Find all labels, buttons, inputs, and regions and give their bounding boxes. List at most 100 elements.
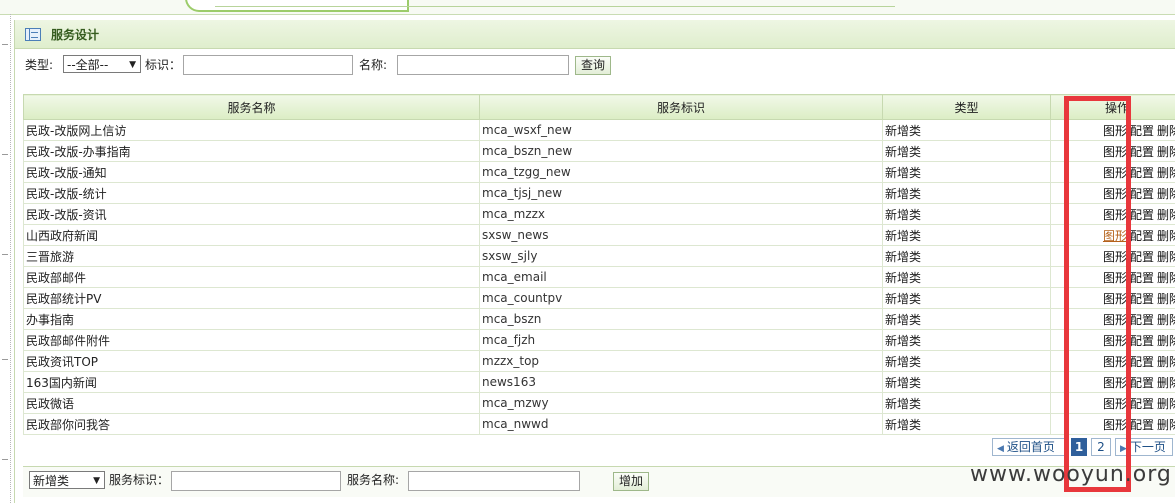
cell-service-name: 民政-改版-通知 [23, 161, 480, 183]
config-link[interactable]: 配置 [1130, 208, 1154, 222]
cell-type: 新增类 [882, 182, 1051, 204]
pager-first-label: 返回首页 [1006, 440, 1055, 454]
cell-service-name: 民政-改版-办事指南 [23, 140, 480, 162]
query-button[interactable]: 查询 [575, 56, 612, 75]
graph-link[interactable]: 图形 [1103, 124, 1127, 138]
graph-link[interactable]: 图形 [1103, 397, 1127, 411]
graph-link[interactable]: 图形 [1103, 334, 1127, 348]
add-button[interactable]: 增加 [613, 472, 650, 491]
config-link[interactable]: 配置 [1130, 229, 1154, 243]
type-label: 类型: [25, 58, 54, 72]
config-link[interactable]: 配置 [1130, 271, 1154, 285]
pager-page-1[interactable]: 1 [1071, 438, 1087, 456]
config-link[interactable]: 配置 [1130, 313, 1154, 327]
delete-link[interactable]: 删除 [1157, 397, 1175, 411]
cell-service-id: mca_nwwd [479, 413, 883, 435]
cell-service-name: 民政微语 [23, 392, 480, 414]
delete-link[interactable]: 删除 [1157, 208, 1175, 222]
graph-link[interactable]: 图形 [1103, 271, 1127, 285]
delete-link[interactable]: 删除 [1157, 418, 1175, 432]
service-design-panel: 服务设计 类型: --全部-- ▼ 标识： 名称: 查询 服务名称 服务标识 类… [14, 20, 1175, 503]
cell-operations: 图形配置删除 [1050, 266, 1175, 288]
table-row: 民政-改版-办事指南mca_bszn_new新增类图形配置删除 [23, 140, 1175, 162]
delete-link[interactable]: 删除 [1157, 166, 1175, 180]
delete-link[interactable]: 删除 [1157, 334, 1175, 348]
cell-service-id: mca_countpv [479, 287, 883, 309]
delete-link[interactable]: 删除 [1157, 250, 1175, 264]
header-type: 类型 [882, 94, 1051, 120]
cell-service-id: mca_wsxf_new [479, 119, 883, 141]
name-label: 名称: [359, 58, 388, 72]
graph-link[interactable]: 图形 [1103, 229, 1127, 243]
config-link[interactable]: 配置 [1130, 397, 1154, 411]
delete-link[interactable]: 删除 [1157, 355, 1175, 369]
delete-link[interactable]: 删除 [1157, 292, 1175, 306]
cell-service-name: 民政资讯TOP [23, 350, 480, 372]
graph-link[interactable]: 图形 [1103, 166, 1127, 180]
graph-link[interactable]: 图形 [1103, 418, 1127, 432]
pager-next-button[interactable]: ▶ 下一页 [1115, 438, 1173, 456]
add-name-input[interactable] [408, 471, 580, 491]
cell-service-name: 民政-改版-资讯 [23, 203, 480, 225]
cell-type: 新增类 [882, 203, 1051, 225]
table-row: 三晋旅游sxsw_sjly新增类图形配置删除 [23, 245, 1175, 267]
config-link[interactable]: 配置 [1130, 334, 1154, 348]
config-link[interactable]: 配置 [1130, 187, 1154, 201]
graph-link[interactable]: 图形 [1103, 292, 1127, 306]
graph-link[interactable]: 图形 [1103, 313, 1127, 327]
table-header-row: 服务名称 服务标识 类型 操作 [23, 94, 1175, 120]
id-label: 标识： [145, 58, 182, 72]
config-link[interactable]: 配置 [1130, 124, 1154, 138]
delete-link[interactable]: 删除 [1157, 145, 1175, 159]
table-row: 山西政府新闻sxsw_news新增类图形配置删除 [23, 224, 1175, 246]
config-link[interactable]: 配置 [1130, 376, 1154, 390]
cell-service-id: mca_mzzx [479, 203, 883, 225]
cell-service-name: 民政-改版网上信访 [23, 119, 480, 141]
cell-service-id: sxsw_sjly [479, 245, 883, 267]
delete-link[interactable]: 删除 [1157, 187, 1175, 201]
config-link[interactable]: 配置 [1130, 166, 1154, 180]
cell-service-id: mca_email [479, 266, 883, 288]
cell-type: 新增类 [882, 287, 1051, 309]
graph-link[interactable]: 图形 [1103, 208, 1127, 222]
cell-operations: 图形配置删除 [1050, 371, 1175, 393]
graph-link[interactable]: 图形 [1103, 187, 1127, 201]
search-bar: 类型: --全部-- ▼ 标识： 名称: 查询 [23, 53, 1173, 79]
cell-type: 新增类 [882, 245, 1051, 267]
service-table: 服务名称 服务标识 类型 操作 民政-改版网上信访 mca_wsxf_new 新增类… [23, 94, 1175, 435]
config-link[interactable]: 配置 [1130, 250, 1154, 264]
name-search-input[interactable] [397, 55, 569, 75]
table-row: 民政-改版-通知mca_tzgg_new新增类图形配置删除 [23, 161, 1175, 183]
arrow-right-icon: ▶ [1120, 444, 1127, 454]
cell-operations: 图形配置删除 [1050, 350, 1175, 372]
panel-header: 服务设计 [15, 20, 1175, 49]
cell-service-name: 办事指南 [23, 308, 480, 330]
id-search-input[interactable] [183, 55, 353, 75]
delete-link[interactable]: 删除 [1157, 313, 1175, 327]
pager-first-button[interactable]: ◀ 返回首页 [992, 438, 1067, 456]
cell-type: 新增类 [882, 224, 1051, 246]
delete-link[interactable]: 删除 [1157, 124, 1175, 138]
graph-link[interactable]: 图形 [1103, 355, 1127, 369]
config-link[interactable]: 配置 [1130, 418, 1154, 432]
config-link[interactable]: 配置 [1130, 292, 1154, 306]
cell-service-name: 民政部统计PV [23, 287, 480, 309]
pager-page-2[interactable]: 2 [1091, 438, 1111, 456]
delete-link[interactable]: 删除 [1157, 376, 1175, 390]
graph-link[interactable]: 图形 [1103, 250, 1127, 264]
delete-link[interactable]: 删除 [1157, 271, 1175, 285]
delete-link[interactable]: 删除 [1157, 229, 1175, 243]
top-frame-strip [0, 0, 1175, 15]
table-row: 民政部邮件mca_email新增类图形配置删除 [23, 266, 1175, 288]
config-link[interactable]: 配置 [1130, 355, 1154, 369]
graph-link[interactable]: 图形 [1103, 145, 1127, 159]
config-link[interactable]: 配置 [1130, 145, 1154, 159]
type-select[interactable]: --全部-- ▼ [63, 55, 141, 73]
add-type-select[interactable]: 新增类 ▼ [29, 471, 105, 489]
table-row: 163国内新闻news163新增类图形配置删除 [23, 371, 1175, 393]
graph-link[interactable]: 图形 [1103, 376, 1127, 390]
add-id-input[interactable] [171, 471, 341, 491]
cell-type: 新增类 [882, 392, 1051, 414]
dropdown-arrow-icon: ▼ [129, 60, 136, 70]
table-row: 民政微语mca_mzwy新增类图形配置删除 [23, 392, 1175, 414]
